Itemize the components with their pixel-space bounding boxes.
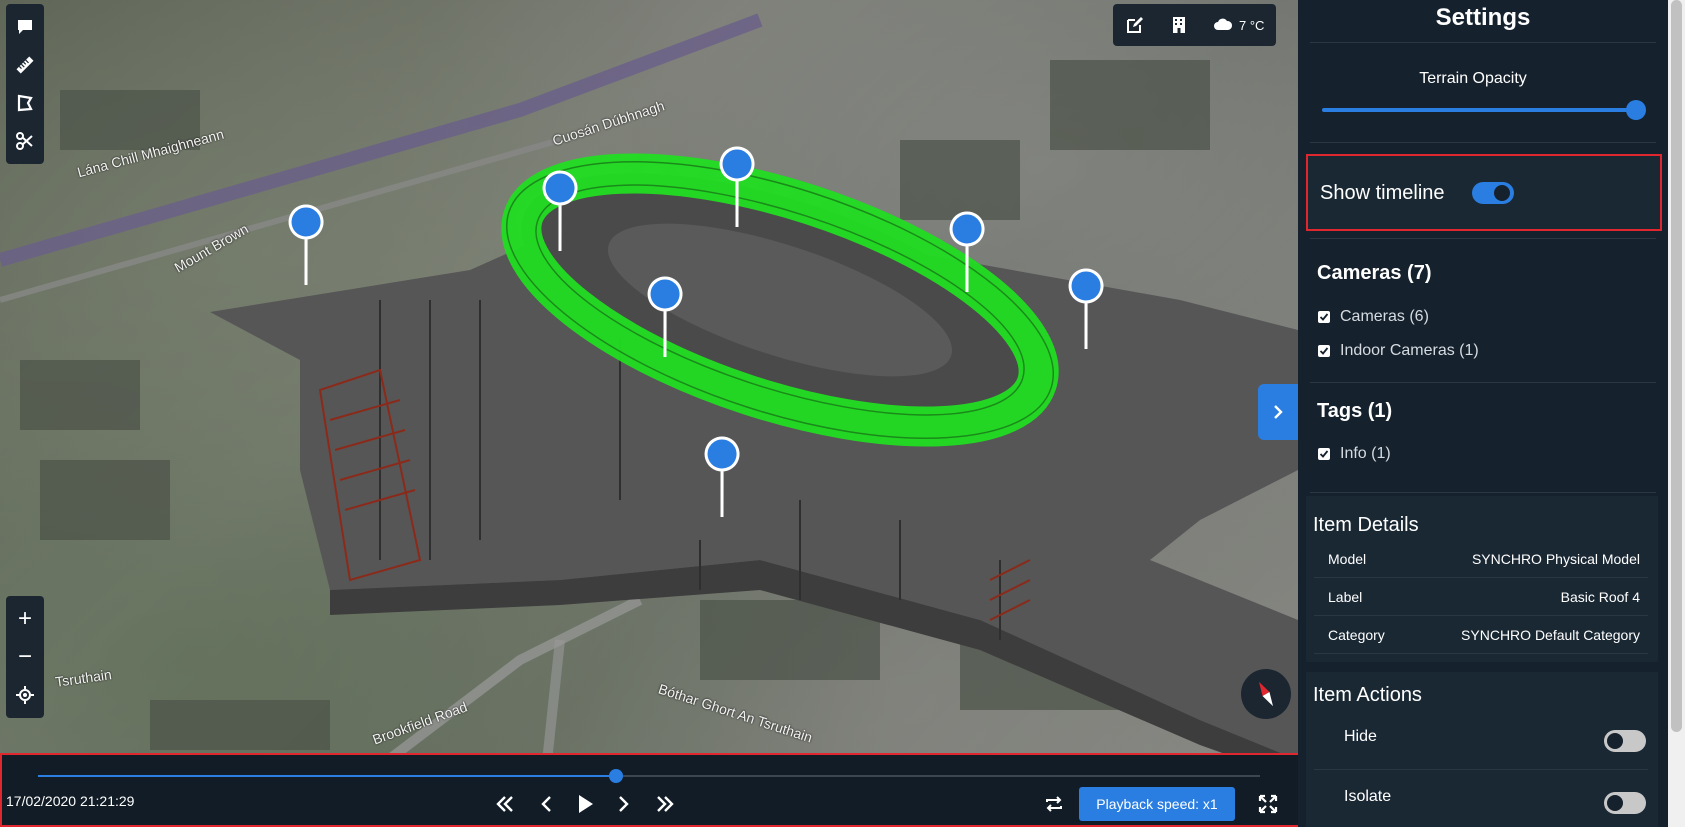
filter-label: Cameras (6) — [1340, 308, 1429, 325]
item-actions-heading: Item Actions — [1313, 684, 1422, 706]
settings-panel: Settings Terrain Opacity Show timeline C… — [1298, 0, 1668, 827]
detail-value: SYNCHRO Physical Model — [1471, 550, 1640, 567]
fast-rewind-icon[interactable] — [492, 791, 518, 817]
play-icon[interactable] — [572, 791, 598, 817]
detail-key: Category — [1328, 626, 1385, 643]
detail-row-label: Label Basic Roof 4 — [1314, 578, 1648, 616]
cloud-icon — [1214, 18, 1233, 30]
terrain-opacity-label: Terrain Opacity — [1419, 70, 1527, 87]
scrollbar-thumb[interactable] — [1671, 0, 1682, 732]
loop-icon[interactable] — [1041, 791, 1067, 817]
panel-scrollbar[interactable] — [1668, 0, 1685, 827]
zoom-toolbar: + − — [6, 596, 44, 718]
ruler-icon[interactable] — [6, 46, 44, 84]
terrain-opacity-handle[interactable] — [1626, 100, 1646, 120]
locate-icon[interactable] — [6, 676, 44, 714]
step-forward-icon[interactable] — [610, 791, 636, 817]
item-details-heading: Item Details — [1313, 514, 1419, 536]
collapse-panel-button[interactable] — [1258, 384, 1298, 440]
checkbox-checked-icon[interactable] — [1318, 345, 1330, 357]
building-icon[interactable] — [1157, 4, 1201, 46]
show-timeline-toggle[interactable] — [1472, 182, 1514, 204]
area-icon[interactable] — [6, 84, 44, 122]
chevron-right-icon — [1274, 405, 1283, 419]
comment-icon[interactable] — [6, 8, 44, 46]
top-toolbar: 7 °C — [1113, 4, 1277, 46]
show-timeline-label: Show timeline — [1320, 182, 1445, 204]
isolate-toggle[interactable] — [1604, 792, 1646, 814]
fast-forward-icon[interactable] — [652, 791, 678, 817]
zoom-out-button[interactable]: − — [6, 638, 44, 676]
action-label: Isolate — [1344, 788, 1392, 805]
terrain-opacity-slider[interactable] — [1322, 108, 1638, 112]
fullscreen-icon[interactable] — [1255, 791, 1281, 817]
show-timeline-row: Show timeline — [1306, 154, 1662, 231]
divider — [1310, 142, 1656, 143]
detail-row-category: Category SYNCHRO Default Category — [1314, 616, 1648, 654]
cameras-filter[interactable]: Cameras (6) — [1318, 308, 1429, 326]
3d-model-scene[interactable] — [0, 0, 1298, 827]
item-details-card: Item Details Model SYNCHRO Physical Mode… — [1306, 496, 1658, 662]
divider — [1310, 42, 1656, 43]
timeline-date: 17/02/2020 21:21:29 — [6, 793, 135, 809]
filter-label: Indoor Cameras (1) — [1340, 342, 1479, 359]
cameras-heading: Cameras (7) — [1317, 262, 1432, 284]
timeline-slider[interactable] — [38, 769, 1260, 783]
hide-action-row: Hide — [1314, 710, 1648, 770]
detail-value: Basic Roof 4 — [1560, 588, 1640, 605]
zoom-in-button[interactable]: + — [6, 600, 44, 638]
scissors-icon[interactable] — [6, 122, 44, 160]
info-tags-filter[interactable]: Info (1) — [1318, 445, 1391, 463]
checkbox-checked-icon[interactable] — [1318, 448, 1330, 460]
divider — [1310, 492, 1656, 493]
detail-value: SYNCHRO Default Category — [1461, 626, 1640, 643]
timeline-bar: 17/02/2020 21:21:29 Playback speed: x1 — [0, 753, 1302, 827]
timeline-handle[interactable] — [609, 769, 623, 783]
edit-icon[interactable] — [1113, 4, 1157, 46]
weather-widget[interactable]: 7 °C — [1201, 4, 1276, 46]
detail-key: Label — [1328, 588, 1363, 605]
measure-toolbar — [6, 4, 44, 164]
action-label: Hide — [1344, 728, 1377, 745]
panel-title: Settings — [1435, 4, 1531, 31]
tags-heading: Tags (1) — [1317, 400, 1393, 422]
divider — [1310, 238, 1656, 239]
hide-toggle[interactable] — [1604, 730, 1646, 752]
item-actions-card: Item Actions Hide Isolate — [1306, 672, 1658, 827]
map-viewport[interactable]: Brookfield Road Bóthar Ghort An Tsruthai… — [0, 0, 1298, 827]
temperature: 7 °C — [1239, 17, 1265, 33]
isolate-action-row: Isolate — [1314, 770, 1648, 827]
compass-icon[interactable] — [1241, 669, 1291, 719]
indoor-cameras-filter[interactable]: Indoor Cameras (1) — [1318, 342, 1479, 360]
divider — [1310, 382, 1656, 383]
step-back-icon[interactable] — [534, 791, 560, 817]
playback-speed-button[interactable]: Playback speed: x1 — [1079, 787, 1235, 821]
timeline-progress — [38, 775, 616, 777]
detail-row-model: Model SYNCHRO Physical Model — [1314, 540, 1648, 578]
checkbox-checked-icon[interactable] — [1318, 311, 1330, 323]
detail-key: Model — [1328, 550, 1367, 567]
filter-label: Info (1) — [1340, 445, 1391, 462]
